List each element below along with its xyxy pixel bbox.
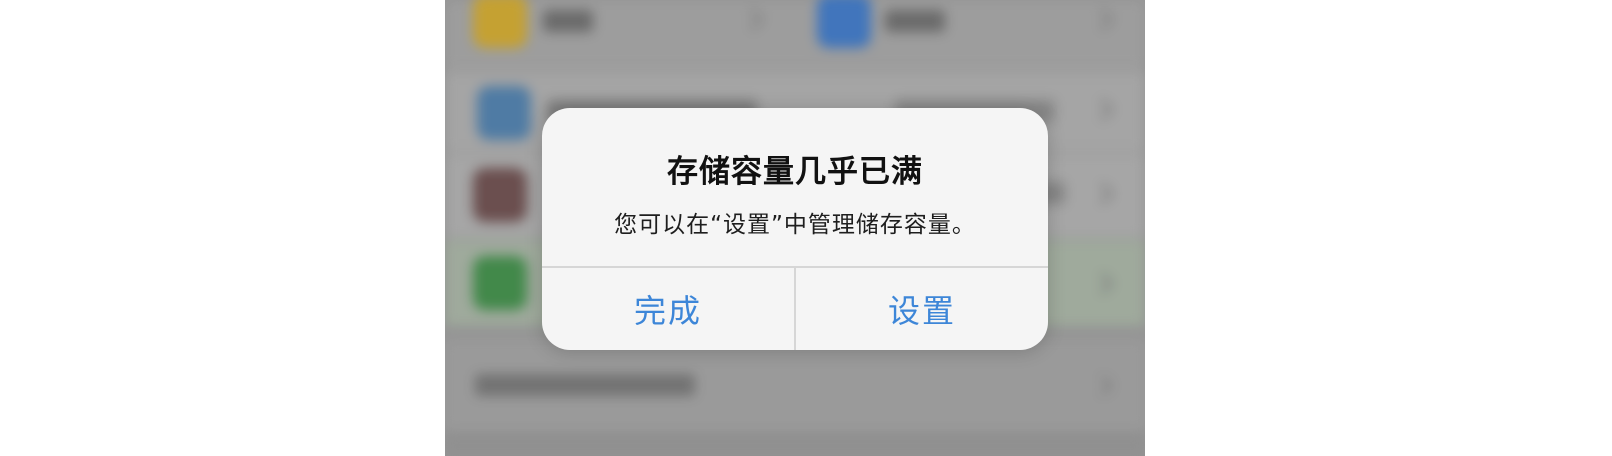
done-button[interactable]: 完成	[542, 268, 794, 350]
settings-button[interactable]: 设置	[796, 268, 1048, 350]
storage-full-alert: 存储容量几乎已满 您可以在“设置”中管理储存容量。 完成 设置	[542, 108, 1048, 350]
alert-message: 您可以在“设置”中管理储存容量。	[614, 212, 976, 238]
alert-title: 存储容量几乎已满	[667, 154, 923, 190]
